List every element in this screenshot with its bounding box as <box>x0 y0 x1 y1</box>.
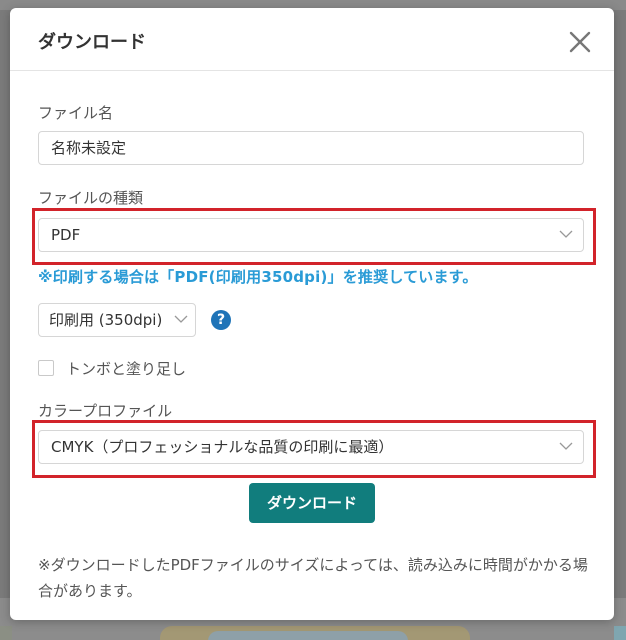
resolution-selected: 印刷用 (350dpi) <box>49 311 163 329</box>
download-button[interactable]: ダウンロード <box>249 483 375 523</box>
file-type-select[interactable]: PDF <box>38 218 584 252</box>
trim-marks-label: トンボと塗り足し <box>66 360 187 378</box>
chevron-down-icon <box>559 442 573 450</box>
dialog-title: ダウンロード <box>38 32 146 53</box>
trim-marks-checkbox[interactable] <box>38 360 54 376</box>
file-name-input[interactable]: 名称未設定 <box>38 131 584 165</box>
download-dialog: ダウンロード ファイル名 名称未設定 ファイルの種類 PDF ※印刷する場合は「… <box>10 8 614 620</box>
file-name-label: ファイル名 <box>38 104 114 122</box>
file-type-label: ファイルの種類 <box>38 189 144 207</box>
backdrop-shape-inner <box>208 631 408 640</box>
dialog-header: ダウンロード <box>10 8 614 71</box>
chevron-down-icon <box>559 230 573 238</box>
backdrop-shape-right <box>614 626 626 640</box>
color-profile-selected: CMYK（プロフェッショナルな品質の印刷に最適） <box>51 438 394 456</box>
file-type-selected: PDF <box>51 226 81 244</box>
color-profile-label: カラープロファイル <box>38 402 173 420</box>
backdrop-shape-left <box>0 626 12 640</box>
chevron-down-icon <box>174 315 188 323</box>
print-recommendation-note: ※印刷する場合は「PDF(印刷用350dpi)」を推奨しています。 <box>38 268 478 286</box>
file-size-note: ※ダウンロードしたPDFファイルのサイズによっては、読み込みに時間がかかる場合が… <box>38 556 588 600</box>
help-icon[interactable]: ? <box>211 310 231 330</box>
color-profile-select[interactable]: CMYK（プロフェッショナルな品質の印刷に最適） <box>38 430 584 464</box>
resolution-select[interactable]: 印刷用 (350dpi) <box>38 303 196 337</box>
close-icon[interactable] <box>566 28 594 56</box>
